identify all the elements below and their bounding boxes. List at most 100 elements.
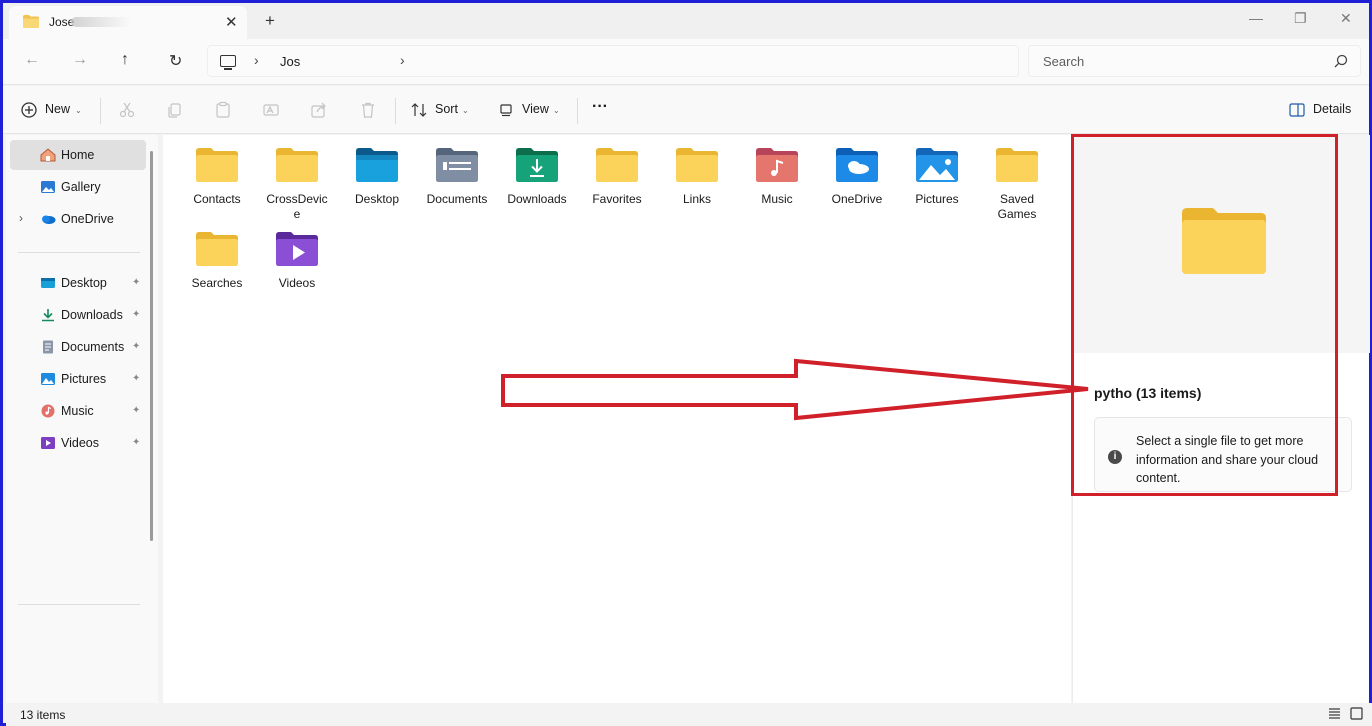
sidebar-scrollbar[interactable] [150,151,153,541]
folder-name: Searches [191,276,243,290]
command-bar: New ⌄ Sort ⌄ View ⌄ ··· Details [3,86,1369,134]
sidebar-item-desktop[interactable]: Desktop ✦ [10,268,146,298]
cut-icon[interactable] [118,101,136,119]
chevron-down-icon: ⌄ [553,106,560,115]
divider [100,98,101,124]
videos-icon [41,437,55,449]
delete-icon[interactable] [359,101,377,119]
search-input[interactable]: Search [1028,45,1361,77]
pictures-folder-icon [916,148,958,182]
onedrive-icon [42,215,56,224]
divider [577,98,578,124]
close-tab-button[interactable]: ✕ [225,13,238,31]
forward-button[interactable]: → [72,51,88,69]
sidebar-item-onedrive[interactable]: › OneDrive [10,204,146,234]
videos-folder-icon [276,232,318,266]
documents-folder-icon [436,148,478,182]
close-window-button[interactable]: ✕ [1340,10,1352,27]
folder-name: Desktop [354,192,400,206]
sidebar-item-music[interactable]: Music ✦ [10,396,146,426]
refresh-button[interactable]: ↻ [169,51,182,71]
folder-icon [996,148,1038,182]
documents-icon [43,340,53,354]
maximize-button[interactable]: ❐ [1294,10,1307,27]
address-row: ← → ↑ ↻ › Jos › Search [3,39,1369,85]
up-button[interactable]: ↑ [121,51,129,69]
navigation-pane: Home Gallery › OneDrive Desktop ✦ Downlo… [6,135,158,703]
folder-item[interactable]: Pictures [899,137,975,207]
folder-item[interactable]: Desktop [339,137,415,207]
folder-item[interactable]: Contacts [179,137,255,207]
breadcrumb-chevron-icon[interactable]: › [254,52,259,68]
downloads-icon [42,309,54,322]
paste-icon[interactable] [214,101,232,119]
sidebar-item-downloads[interactable]: Downloads ✦ [10,300,146,330]
folder-icon [196,148,238,182]
pin-icon: ✦ [132,405,141,416]
sidebar-item-label: Pictures [61,372,107,386]
pin-icon: ✦ [132,309,141,320]
sidebar-item-label: Downloads [61,308,123,322]
breadcrumb-chevron-icon[interactable]: › [400,52,405,68]
breadcrumb-user[interactable]: Jos [280,54,300,69]
tab-bar: Jose ✕ + — ❐ ✕ [3,3,1369,39]
onedrive-folder-icon [836,148,878,182]
folder-item[interactable]: Music [739,137,815,207]
folder-name: Documents [426,192,488,206]
new-button[interactable]: New [45,102,70,116]
explorer-window: Jose ✕ + — ❐ ✕ ← → ↑ ↻ › Jos › Search Ne… [0,0,1372,726]
divider [395,98,396,124]
folder-item[interactable]: Searches [179,221,255,291]
folder-name: Favorites [592,192,642,206]
folder-item[interactable]: CrossDevic e [259,137,335,222]
view-button[interactable]: View [522,102,549,116]
this-pc-icon[interactable] [220,55,236,70]
sidebar-item-label: Desktop [61,276,107,290]
folder-item[interactable]: Favorites [579,137,655,207]
sort-button[interactable]: Sort [435,102,458,116]
sidebar-item-videos[interactable]: Videos ✦ [10,428,146,458]
view-icon[interactable] [497,101,515,119]
copy-icon[interactable] [166,101,184,119]
folder-icon [23,15,39,28]
tab-current[interactable]: Jose ✕ [9,6,247,39]
folder-item[interactable]: Videos [259,221,335,291]
desktop-icon [41,278,55,288]
annotation-arrow-icon [501,358,1089,421]
more-options-button[interactable]: ··· [592,98,608,116]
back-button[interactable]: ← [24,51,40,69]
folder-item[interactable]: OneDrive [819,137,895,207]
divider [18,604,140,605]
folder-icon [676,148,718,182]
sidebar-item-pictures[interactable]: Pictures ✦ [10,364,146,394]
pin-icon: ✦ [132,277,141,288]
music-icon [41,404,55,418]
minimize-button[interactable]: — [1249,10,1263,26]
details-view-icon[interactable] [1328,707,1341,720]
sidebar-item-label: Home [61,148,95,162]
folder-name: Music [761,192,793,206]
folder-item[interactable]: Saved Games [979,137,1055,222]
sidebar-item-label: Documents [61,340,125,354]
folder-item[interactable]: Documents [419,137,495,207]
folder-item[interactable]: Links [659,137,735,207]
details-pane-icon[interactable] [1288,101,1306,119]
folder-name: CrossDevic e [266,192,328,221]
share-icon[interactable] [310,101,328,119]
chevron-right-icon[interactable]: › [19,211,23,225]
details-button[interactable]: Details [1313,102,1351,116]
folder-item[interactable]: Downloads [499,137,575,207]
sidebar-item-home[interactable]: Home [10,140,146,170]
new-tab-button[interactable]: + [265,11,275,31]
address-bar[interactable]: › Jos › [207,45,1019,77]
search-icon [1334,54,1348,68]
sidebar-item-gallery[interactable]: Gallery [10,172,146,202]
tiles-view-icon[interactable] [1350,707,1363,720]
folder-name: OneDrive [831,192,883,206]
sidebar-item-documents[interactable]: Documents ✦ [10,332,146,362]
rename-icon[interactable] [262,101,280,119]
new-icon[interactable] [20,101,38,119]
sort-icon[interactable] [410,101,428,119]
redacted-text [71,17,131,27]
music-folder-icon [756,148,798,182]
